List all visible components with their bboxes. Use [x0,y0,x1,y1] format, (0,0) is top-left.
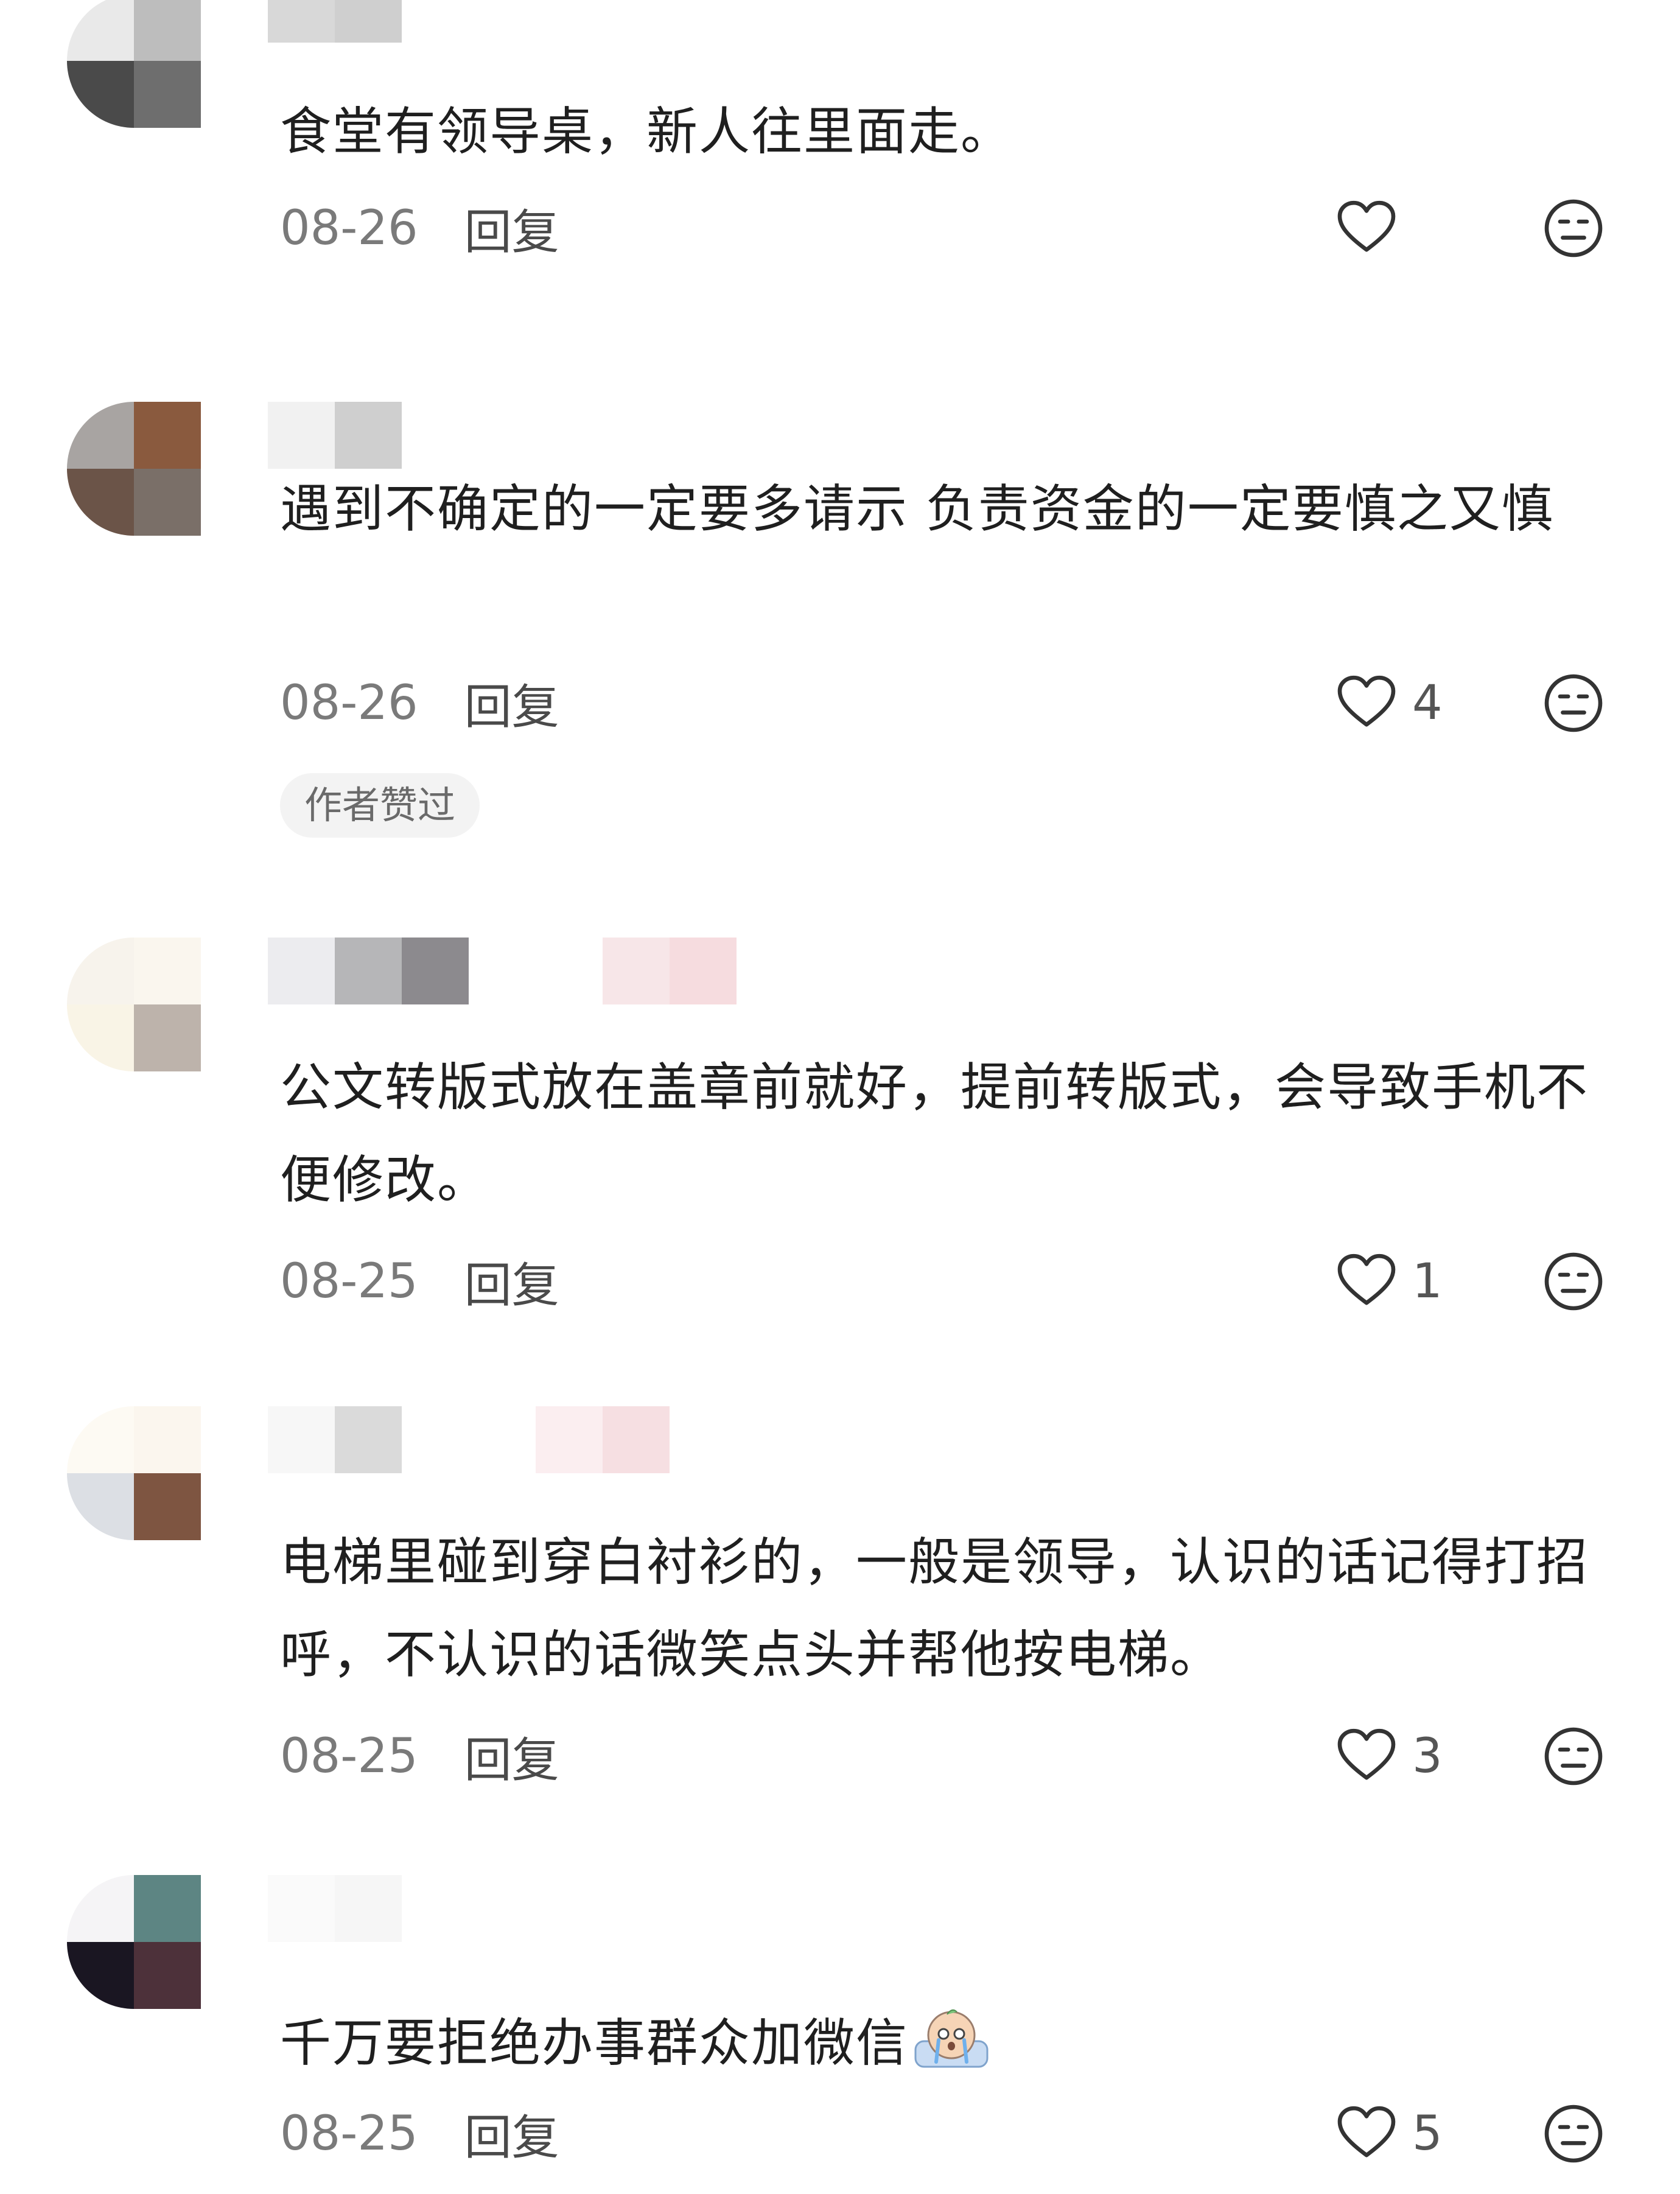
reply-button[interactable]: 回复 [464,669,559,737]
avatar-pixel [67,1875,134,1942]
heart-outline-icon [1337,1253,1396,1305]
avatar-pixel [134,0,201,61]
avatar[interactable] [67,1406,201,1540]
username-blurred[interactable] [268,402,402,469]
like-button[interactable] [1333,195,1412,262]
avatar-pixel [67,1942,134,2009]
meh-face-icon [1544,674,1603,732]
comment-text: 食堂有领导桌，新人往里面走。 [280,102,1013,161]
crying-emoji-icon [914,2009,989,2068]
avatar-pixel [134,1406,201,1473]
comment-meta: 08-26 回复 [280,670,559,737]
name-pixel [670,938,737,1004]
dislike-button[interactable] [1540,2100,1607,2167]
username-blurred[interactable] [268,1406,670,1473]
reply-button[interactable]: 回复 [464,194,559,262]
avatar[interactable] [67,1875,201,2009]
comment-text: 千万要拒绝办事群众加微信 [280,1997,1619,2089]
like-count: 4 [1412,676,1443,731]
comment-meta: 08-25 回复 [280,1723,559,1790]
comment-text-content: 千万要拒绝办事群众加微信 [280,2013,909,2073]
avatar-pixel [67,61,134,128]
name-pixel [536,1406,603,1473]
heart-outline-icon [1337,675,1396,727]
author-liked-badge: 作者赞过 [280,773,480,838]
like-button[interactable]: 4 [1333,670,1443,737]
comment-text: 遇到不确定的一定要多请示 负责资金的一定要慎之又慎 [280,479,1554,539]
dislike-button[interactable] [1540,1723,1607,1790]
name-gap [402,1406,536,1473]
reply-button[interactable]: 回复 [464,2100,559,2168]
username-blurred[interactable] [268,0,402,43]
dislike-button[interactable] [1540,670,1607,737]
username-blurred[interactable] [268,1875,402,1942]
like-button[interactable]: 5 [1333,2100,1443,2167]
meh-face-icon [1544,1727,1603,1786]
reply-button[interactable]: 回复 [464,1247,559,1316]
name-pixel [335,938,402,1004]
heart-outline-icon [1337,1728,1396,1780]
name-pixel [335,1406,402,1473]
avatar-pixel [67,0,134,61]
meh-face-icon [1544,199,1603,258]
avatar[interactable] [67,0,201,128]
name-pixel [268,1875,335,1942]
like-count: 1 [1412,1254,1443,1309]
name-pixel [268,0,335,43]
avatar-pixel [134,469,201,536]
name-gap [469,938,603,1004]
dislike-button[interactable] [1540,1248,1607,1315]
avatar-pixel [67,402,134,469]
dislike-button[interactable] [1540,195,1607,262]
name-pixel [268,1406,335,1473]
avatar-pixel [67,1406,134,1473]
avatar-pixel [134,1473,201,1540]
name-pixel [335,0,402,43]
comment-date: 08-25 [280,1729,418,1784]
like-count: 3 [1412,1729,1443,1784]
comment-date: 08-25 [280,2106,418,2161]
like-count: 5 [1412,2106,1443,2161]
like-button[interactable]: 1 [1333,1248,1443,1315]
comment-meta: 08-25 回复 [280,2100,559,2167]
heart-outline-icon [1337,200,1396,252]
avatar-pixel [134,402,201,469]
reply-button[interactable]: 回复 [464,1722,559,1790]
avatar-pixel [134,1875,201,1942]
comment-meta: 08-25 回复 [280,1248,559,1315]
name-pixel [603,938,670,1004]
avatar[interactable] [67,402,201,536]
meh-face-icon [1544,1252,1603,1311]
comment-date: 08-25 [280,1254,418,1309]
name-pixel [335,1875,402,1942]
avatar-pixel [134,938,201,1004]
name-pixel [335,402,402,469]
avatar-pixel [134,1942,201,2009]
name-pixel [268,938,335,1004]
avatar-pixel [67,469,134,536]
name-pixel [603,1406,670,1473]
avatar[interactable] [67,938,201,1071]
comment-date: 08-26 [280,201,418,256]
comment-date: 08-26 [280,676,418,731]
meh-face-icon [1544,2105,1603,2163]
heart-outline-icon [1337,2106,1396,2157]
comment-text: 电梯里碰到穿白衬衫的，一般是领导，认识的话记得打招呼，不认识的话微笑点头并帮他按… [280,1532,1589,1684]
avatar-pixel [67,938,134,1004]
avatar-pixel [67,1473,134,1540]
username-blurred[interactable] [268,938,737,1004]
avatar-pixel [134,61,201,128]
name-pixel [402,938,469,1004]
name-pixel [268,402,335,469]
like-button[interactable]: 3 [1333,1723,1443,1790]
comment-text: 公文转版式放在盖章前就好，提前转版式，会导致手机不便修改。 [280,1057,1589,1210]
avatar-pixel [134,1004,201,1071]
avatar-pixel [67,1004,134,1071]
comment-meta: 08-26 回复 [280,195,559,262]
